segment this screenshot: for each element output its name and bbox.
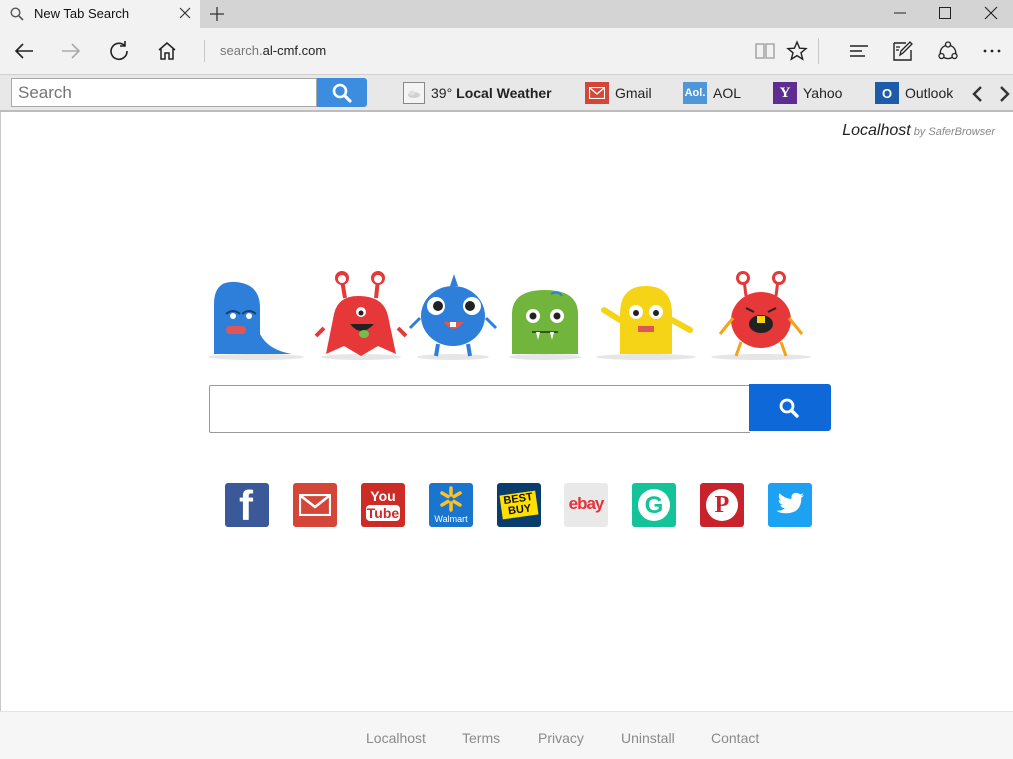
youtube-text-2: Tube — [366, 505, 400, 521]
walmart-spark-icon — [439, 486, 463, 517]
toolbar-outlook-link[interactable]: O Outlook — [875, 81, 953, 105]
toolbar-weather-link[interactable]: 39° Local Weather — [403, 81, 552, 105]
quick-link-walmart[interactable]: Walmart — [429, 483, 473, 527]
refresh-icon[interactable] — [108, 40, 130, 67]
tab-close-icon[interactable] — [178, 6, 192, 25]
quick-link-facebook[interactable]: f — [225, 483, 269, 527]
ebay-logo-text: ebay — [568, 494, 605, 513]
red-monster — [314, 271, 408, 356]
favorite-star-icon[interactable] — [786, 40, 808, 67]
share-icon[interactable] — [937, 40, 959, 67]
bestbuy-text-2: BUY — [507, 502, 533, 518]
weather-icon — [403, 82, 425, 104]
gmail-icon — [585, 82, 609, 104]
hub-icon[interactable] — [848, 40, 870, 67]
search-icon — [331, 82, 353, 109]
youtube-text-1: You — [370, 488, 396, 504]
toolbar-aol-link[interactable]: Aol. AOL — [683, 81, 741, 105]
search-icon — [10, 7, 24, 26]
maximize-icon[interactable] — [937, 5, 953, 26]
green-monster — [512, 290, 578, 354]
toolbar-search-button[interactable] — [317, 78, 367, 107]
weather-label: Local Weather — [456, 85, 552, 101]
yahoo-label: Yahoo — [803, 85, 843, 101]
red-spider-monster — [718, 271, 804, 357]
toolbar-gmail-link[interactable]: Gmail — [585, 81, 652, 105]
url-prefix: search. — [220, 43, 263, 58]
tab-new-tab-search[interactable]: New Tab Search — [0, 0, 200, 28]
grammarly-icon: G — [638, 489, 670, 521]
more-icon[interactable] — [981, 40, 1003, 67]
footer-link-uninstall[interactable]: Uninstall — [621, 730, 675, 746]
url-field[interactable]: search.al-cmf.com — [220, 43, 326, 58]
blue-furry-monster — [408, 274, 498, 357]
title-bar: New Tab Search — [0, 0, 1013, 28]
brand-by: by SaferBrowser — [913, 126, 995, 138]
new-tab-button[interactable] — [208, 5, 226, 28]
back-arrow-icon[interactable] — [13, 40, 35, 67]
quick-link-bestbuy[interactable]: BEST BUY — [497, 483, 541, 527]
scroll-left-icon[interactable] — [970, 85, 984, 108]
brand-logo[interactable]: Localhost by SaferBrowser — [842, 122, 995, 140]
close-window-icon[interactable] — [983, 5, 999, 26]
pinterest-icon: P — [706, 489, 738, 521]
footer-link-terms[interactable]: Terms — [462, 730, 500, 746]
reading-view-icon[interactable] — [754, 40, 776, 67]
scroll-right-icon[interactable] — [998, 85, 1012, 108]
forward-arrow-icon[interactable] — [60, 40, 82, 67]
yahoo-icon: Y — [773, 82, 797, 104]
walmart-text: Walmart — [434, 514, 468, 524]
quick-link-pinterest[interactable]: P — [700, 483, 744, 527]
main-search-input[interactable] — [209, 385, 750, 433]
quick-link-twitter[interactable] — [768, 483, 812, 527]
outlook-label: Outlook — [905, 85, 954, 101]
toolbar-yahoo-link[interactable]: Y Yahoo — [773, 81, 842, 105]
search-icon — [778, 397, 800, 424]
twitter-bird-icon — [775, 492, 805, 523]
home-icon[interactable] — [156, 40, 178, 67]
quick-link-youtube[interactable]: You Tube — [361, 483, 405, 527]
monsters-illustration — [208, 271, 811, 360]
outlook-icon: O — [875, 82, 899, 104]
page-content: Localhost by SaferBrowser f You Tube Wal… — [0, 112, 1013, 712]
quick-link-gmail[interactable] — [293, 483, 337, 527]
youtube-icon: You Tube — [361, 488, 405, 521]
footer-link-localhost[interactable]: Localhost — [366, 730, 426, 746]
main-search-button[interactable] — [749, 384, 831, 431]
aol-icon: Aol. — [683, 82, 707, 104]
bestbuy-tag-icon: BEST BUY — [499, 490, 539, 520]
aol-label: AOL — [713, 85, 742, 101]
weather-temp: 39° — [431, 85, 453, 101]
grammarly-letter: G — [644, 492, 664, 519]
brand-name: Localhost — [842, 122, 911, 139]
minimize-icon[interactable] — [892, 5, 908, 26]
footer-link-privacy[interactable]: Privacy — [538, 730, 584, 746]
footer: Localhost Terms Privacy Uninstall Contac… — [0, 711, 1013, 759]
pinterest-letter: P — [714, 492, 730, 518]
web-note-icon[interactable] — [892, 40, 914, 67]
footer-link-contact[interactable]: Contact — [711, 730, 759, 746]
gmail-icon — [298, 493, 332, 521]
address-bar: search.al-cmf.com — [0, 28, 1013, 74]
search-toolbar: 39° Local Weather Gmail Aol. AOL Y Yahoo… — [0, 74, 1013, 112]
blue-monster — [214, 281, 292, 354]
quick-link-ebay[interactable]: ebay — [564, 483, 608, 527]
quick-link-grammarly[interactable]: G — [632, 483, 676, 527]
facebook-icon: f — [239, 483, 253, 527]
toolbar-search-input[interactable] — [11, 78, 317, 107]
gmail-label: Gmail — [615, 85, 652, 101]
url-domain: al-cmf.com — [262, 43, 327, 58]
yellow-monster — [601, 286, 693, 354]
tab-title: New Tab Search — [34, 6, 130, 21]
